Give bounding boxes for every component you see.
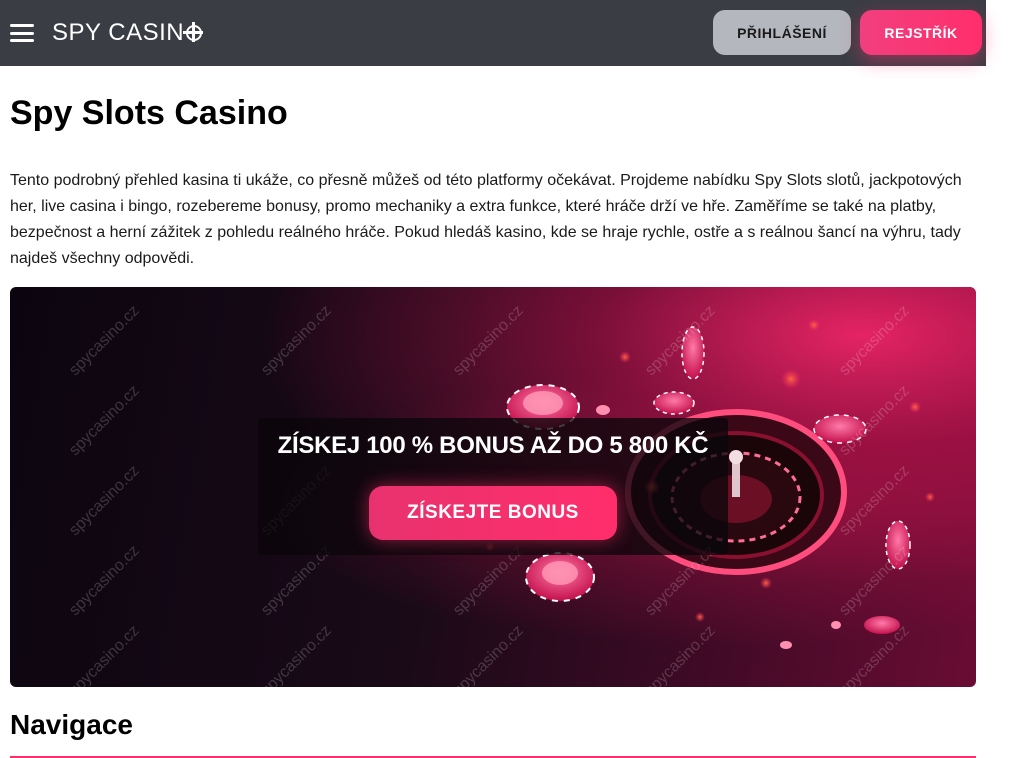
- section-title-navigation: Navigace: [10, 709, 133, 740]
- promo-headline: ZÍSKEJ 100 % BONUS AŽ DO 5 800 KČ: [277, 432, 709, 459]
- logo-text: SPY CASIN: [52, 19, 185, 46]
- register-button[interactable]: REJSTŘÍK: [860, 10, 982, 55]
- page-title: Spy Slots Casino: [10, 94, 288, 132]
- promo-banner[interactable]: spycasino.cz spycasino.cz spycasino.cz s…: [10, 287, 976, 687]
- menu-icon[interactable]: [10, 24, 34, 42]
- promo-box: ZÍSKEJ 100 % BONUS AŽ DO 5 800 KČ ZÍSKEJ…: [258, 418, 728, 555]
- logo-crosshair-icon: [183, 22, 204, 42]
- logo[interactable]: SPY CASIN: [52, 19, 204, 47]
- get-bonus-button[interactable]: ZÍSKEJTE BONUS: [369, 486, 617, 540]
- login-button[interactable]: PŘIHLÁŠENÍ: [713, 10, 851, 55]
- intro-paragraph: Tento podrobný přehled kasina ti ukáže, …: [10, 172, 962, 267]
- top-bar: SPY CASIN PŘIHLÁŠENÍ REJSTŘÍK: [0, 0, 986, 66]
